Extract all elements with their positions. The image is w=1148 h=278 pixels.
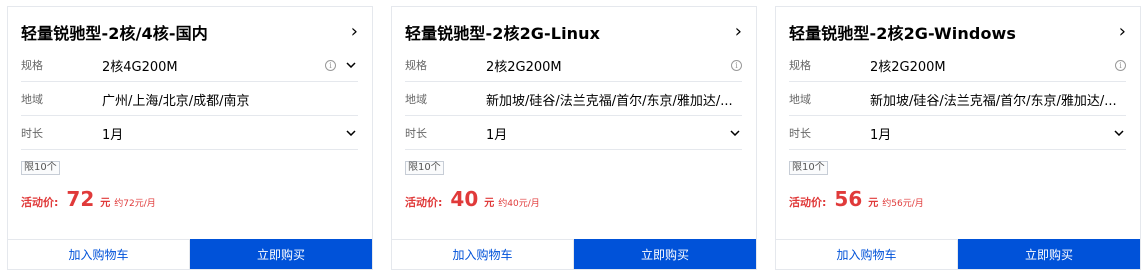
card-header[interactable]: 轻量锐驰型-2核2G-Windows › <box>789 20 1126 44</box>
add-to-cart-button[interactable]: 加入购物车 <box>776 239 958 269</box>
duration-label: 时长 <box>789 127 811 140</box>
limit-badge: 限10个 <box>789 161 828 175</box>
spec-label: 规格 <box>21 59 43 72</box>
buy-now-button[interactable]: 立即购买 <box>958 239 1140 269</box>
price-label: 活动价: <box>21 196 59 209</box>
price-unit: 元 <box>100 198 111 209</box>
card-actions: 加入购物车 立即购买 <box>776 239 1140 269</box>
card-actions: 加入购物车 立即购买 <box>392 239 756 269</box>
spec-row: 规格 2核2G200M i <box>789 49 1126 82</box>
spec-row: 规格 2核4G200M i <box>21 49 358 82</box>
region-label: 地域 <box>789 93 811 106</box>
price-per-month: 约56元/月 <box>882 199 924 209</box>
price-label: 活动价: <box>405 196 443 209</box>
price-per-month: 约72元/月 <box>114 199 156 209</box>
price-unit: 元 <box>868 198 879 209</box>
chevron-down-icon[interactable] <box>728 130 742 136</box>
card-title: 轻量锐驰型-2核2G-Windows <box>789 24 1017 43</box>
region-value: 新加坡/硅谷/法兰克福/首尔/东京/雅加达/... <box>486 93 733 109</box>
buy-now-button[interactable]: 立即购买 <box>574 239 756 269</box>
spec-label: 规格 <box>405 59 427 72</box>
price-block: 活动价: 72 元 约72元/月 <box>21 187 156 211</box>
price-per-month: 约40元/月 <box>498 199 540 209</box>
spec-row: 规格 2核2G200M i <box>405 49 742 82</box>
info-icon[interactable]: i <box>731 59 742 71</box>
card-title: 轻量锐驰型-2核2G-Linux <box>405 24 601 43</box>
card-header[interactable]: 轻量锐驰型-2核/4核-国内 › <box>21 20 358 44</box>
card-header[interactable]: 轻量锐驰型-2核2G-Linux › <box>405 20 742 44</box>
chevron-right-icon[interactable]: › <box>735 23 742 41</box>
duration-label: 时长 <box>21 127 43 140</box>
buy-now-button[interactable]: 立即购买 <box>190 239 372 269</box>
duration-row[interactable]: 时长 1月 <box>405 117 742 150</box>
add-to-cart-button[interactable]: 加入购物车 <box>392 239 574 269</box>
duration-select[interactable]: 1月 <box>486 124 720 143</box>
region-row: 地域 广州/上海/北京/成都/南京 <box>21 83 358 116</box>
add-to-cart-button[interactable]: 加入购物车 <box>8 239 190 269</box>
region-label: 地域 <box>21 93 43 106</box>
price-block: 活动价: 56 元 约56元/月 <box>789 187 924 211</box>
duration-label: 时长 <box>405 127 427 140</box>
product-card: 轻量锐驰型-2核2G-Linux › 规格 2核2G200M i 地域 新加坡/… <box>391 6 757 270</box>
region-row: 地域 新加坡/硅谷/法兰克福/首尔/东京/雅加达/... <box>405 83 742 116</box>
price-unit: 元 <box>484 198 495 209</box>
price-value: 40 <box>450 187 479 211</box>
price-value: 56 <box>834 187 863 211</box>
info-icon[interactable]: i <box>325 59 336 71</box>
price-block: 活动价: 40 元 约40元/月 <box>405 187 540 211</box>
region-label: 地域 <box>405 93 427 106</box>
spec-value: 2核4G200M <box>102 59 178 75</box>
limit-badge: 限10个 <box>21 161 60 175</box>
product-card: 轻量锐驰型-2核/4核-国内 › 规格 2核4G200M i 地域 广州/上海/… <box>7 6 373 270</box>
duration-row[interactable]: 时长 1月 <box>21 117 358 150</box>
price-label: 活动价: <box>789 196 827 209</box>
region-value: 广州/上海/北京/成都/南京 <box>102 93 250 109</box>
chevron-down-icon[interactable] <box>344 62 358 68</box>
product-card: 轻量锐驰型-2核2G-Windows › 规格 2核2G200M i 地域 新加… <box>775 6 1141 270</box>
price-value: 72 <box>66 187 95 211</box>
spec-label: 规格 <box>789 59 811 72</box>
region-value: 新加坡/硅谷/法兰克福/首尔/东京/雅加达/... <box>870 93 1117 109</box>
card-title: 轻量锐驰型-2核/4核-国内 <box>21 24 208 43</box>
card-actions: 加入购物车 立即购买 <box>8 239 372 269</box>
chevron-down-icon[interactable] <box>344 130 358 136</box>
limit-badge: 限10个 <box>405 161 444 175</box>
spec-value: 2核2G200M <box>870 59 946 75</box>
spec-value: 2核2G200M <box>486 59 562 75</box>
chevron-down-icon[interactable] <box>1112 130 1126 136</box>
region-row: 地域 新加坡/硅谷/法兰克福/首尔/东京/雅加达/... <box>789 83 1126 116</box>
duration-select[interactable]: 1月 <box>102 124 336 143</box>
chevron-right-icon[interactable]: › <box>1119 23 1126 41</box>
duration-select[interactable]: 1月 <box>870 124 1104 143</box>
chevron-right-icon[interactable]: › <box>351 23 358 41</box>
duration-row[interactable]: 时长 1月 <box>789 117 1126 150</box>
info-icon[interactable]: i <box>1115 59 1126 71</box>
